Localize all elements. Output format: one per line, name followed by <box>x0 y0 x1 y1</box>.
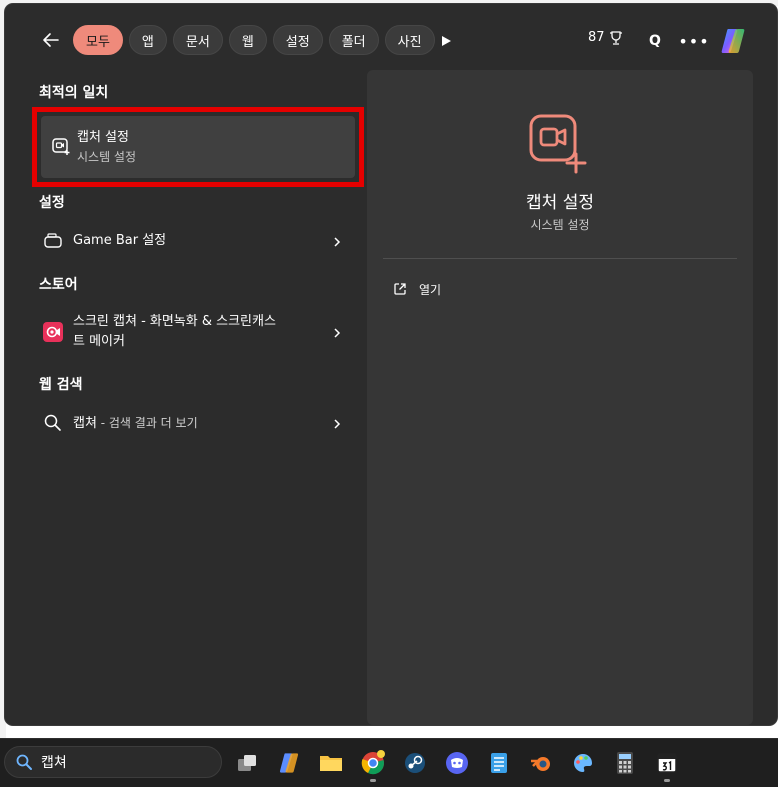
result-label-line2: 트 메이커 <box>73 334 125 349</box>
start-search-panel: 모두 앱 문서 웹 설정 폴더 사진 87 Q ••• 최적의 일치 캡처 설정… <box>5 4 777 725</box>
running-indicator <box>664 779 670 782</box>
chip-apps[interactable]: 앱 <box>128 25 167 55</box>
taskbar <box>0 738 778 787</box>
web-search-label: 캡쳐 - 검색 결과 더 보기 <box>73 413 198 434</box>
chip-folders[interactable]: 폴더 <box>328 25 379 55</box>
file-explorer-button[interactable] <box>314 747 348 779</box>
folder-icon <box>320 756 342 771</box>
paint-button[interactable] <box>566 747 600 779</box>
more-options-button[interactable]: ••• <box>678 27 710 55</box>
search-header: 모두 앱 문서 웹 설정 폴더 사진 87 Q ••• <box>5 4 777 68</box>
play-icon <box>442 36 451 46</box>
best-match-highlight: 캡처 설정 시스템 설정 <box>32 107 364 187</box>
chip-all[interactable]: 모두 <box>73 25 123 55</box>
result-store-app[interactable]: 스크린 캡쳐 - 화면녹화 & 스크린캐스 트 메이커 <box>35 312 347 354</box>
section-web-search: 웹 검색 <box>39 377 83 393</box>
copilot-icon <box>721 29 745 53</box>
copilot-button[interactable] <box>716 24 750 58</box>
more-filters-button[interactable] <box>435 30 457 52</box>
chip-photos[interactable]: 사진 <box>384 25 435 55</box>
results-list: 최적의 일치 캡처 설정 시스템 설정 설정 Game Bar 설정 스토어 스… <box>5 68 367 725</box>
open-external-icon <box>394 283 406 295</box>
copilot-taskbar-button[interactable] <box>272 747 306 779</box>
points-value: 87 <box>588 30 605 45</box>
calendar-button[interactable] <box>650 747 684 782</box>
search-icon <box>16 754 32 770</box>
copilot-icon <box>279 753 299 773</box>
screen-capture-settings-icon <box>52 138 70 155</box>
discord-icon <box>446 752 468 774</box>
section-best-match: 최적의 일치 <box>39 85 109 101</box>
best-match-title: 캡처 설정 <box>77 130 129 145</box>
result-game-bar-settings[interactable]: Game Bar 설정 <box>35 228 347 254</box>
chip-web[interactable]: 웹 <box>228 25 267 55</box>
ellipsis-icon: ••• <box>678 31 710 51</box>
taskbar-search-box[interactable] <box>4 746 222 778</box>
task-view-icon <box>238 755 256 771</box>
taskbar-apps <box>230 747 684 782</box>
open-action[interactable]: 열기 <box>393 277 441 301</box>
notepad-icon <box>491 753 507 773</box>
result-label-line1: 스크린 캡쳐 - 화면녹화 & 스크린캐스 <box>73 314 276 329</box>
calculator-button[interactable] <box>608 747 642 779</box>
account-initial-icon: Q <box>649 33 661 49</box>
trophy-icon <box>609 30 622 45</box>
screen-recorder-app-icon <box>43 322 63 342</box>
task-view-button[interactable] <box>230 747 264 779</box>
discord-button[interactable] <box>440 747 474 779</box>
chevron-right-icon <box>334 328 341 338</box>
taskbar-search-input[interactable] <box>39 753 213 771</box>
paint-palette-icon <box>573 754 593 772</box>
blender-icon <box>531 757 550 771</box>
section-settings: 설정 <box>39 195 65 211</box>
blender-button[interactable] <box>524 747 558 779</box>
result-web-search[interactable]: 캡쳐 - 검색 결과 더 보기 <box>35 410 347 436</box>
chrome-button[interactable] <box>356 747 390 782</box>
chrome-icon <box>361 750 385 775</box>
chevron-right-icon <box>334 237 341 247</box>
arrow-left-icon <box>43 33 59 47</box>
detail-pane: 캡처 설정 시스템 설정 열기 <box>367 70 753 725</box>
open-label: 열기 <box>419 282 442 297</box>
web-search-query: 캡쳐 <box>73 416 97 431</box>
account-button[interactable]: Q <box>641 27 669 55</box>
chip-documents[interactable]: 문서 <box>172 25 223 55</box>
detail-divider <box>383 258 737 259</box>
web-search-suffix: - 검색 결과 더 보기 <box>96 416 198 430</box>
chevron-right-icon <box>334 419 341 429</box>
result-label: Game Bar 설정 <box>73 233 167 248</box>
steam-icon <box>405 753 425 773</box>
filter-chips: 모두 앱 문서 웹 설정 폴더 사진 <box>73 25 435 55</box>
screen-capture-settings-icon <box>529 114 587 174</box>
running-indicator <box>370 779 376 782</box>
notepad-button[interactable] <box>482 747 516 779</box>
detail-title: 캡처 설정 <box>526 193 594 213</box>
game-bar-icon <box>44 233 62 248</box>
back-button[interactable] <box>37 26 65 54</box>
section-store: 스토어 <box>39 277 78 293</box>
calendar-icon <box>657 753 677 773</box>
detail-subtitle: 시스템 설정 <box>530 218 590 232</box>
search-icon <box>44 414 61 431</box>
steam-button[interactable] <box>398 747 432 779</box>
best-match-item[interactable]: 캡처 설정 시스템 설정 <box>41 116 355 178</box>
calculator-icon <box>617 752 633 774</box>
chip-settings[interactable]: 설정 <box>272 25 323 55</box>
best-match-subtitle: 시스템 설정 <box>77 150 137 164</box>
rewards-points[interactable]: 87 <box>588 30 623 45</box>
